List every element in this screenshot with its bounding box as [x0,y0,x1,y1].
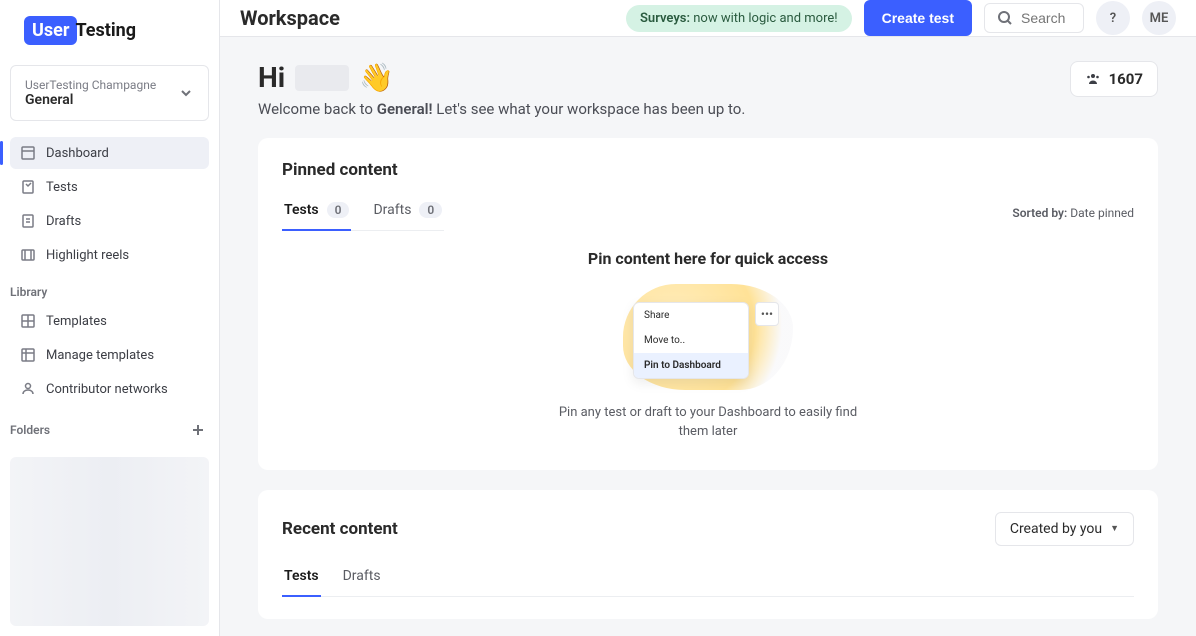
logo: UserTesting [0,0,219,53]
tab-count: 0 [327,202,350,218]
greeting-welcome-prefix: Welcome back to [258,100,377,118]
recent-tabs: Tests Drafts [282,560,1134,597]
tab-label: Tests [284,568,319,584]
nav-section-folders: Folders [10,423,50,437]
sorted-label: Sorted by: [1012,206,1067,220]
illustration-menu-pin: Pin to Dashboard [634,353,748,378]
drafts-icon [20,213,36,229]
pinned-content-card: Pinned content Tests 0 Drafts 0 Sorted [258,138,1158,470]
add-folder-button[interactable] [187,419,209,441]
avatar[interactable]: ME [1142,1,1176,35]
workspace-org: UserTesting Champagne [25,78,156,92]
help-button[interactable]: ? [1096,1,1130,35]
pinned-sort: Sorted by: Date pinned [1012,206,1134,220]
page-title: Workspace [240,6,340,30]
wave-icon: 👋 [359,61,394,94]
pinned-tab-tests[interactable]: Tests 0 [282,194,351,230]
topbar: Workspace Surveys: now with logic and mo… [220,0,1196,37]
folder-skeleton [10,457,209,626]
announcement-prefix: Surveys: [640,11,690,26]
tab-label: Drafts [343,568,381,584]
empty-heading: Pin content here for quick access [282,249,1134,268]
announcement-rest: now with logic and more! [690,11,838,26]
tab-label: Tests [284,202,319,218]
session-count-pill[interactable]: 1607 [1070,61,1158,97]
nav-library: Templates Manage templates Contributor n… [0,305,219,405]
chevron-down-icon [178,85,194,101]
nav-item-label: Tests [46,180,78,195]
logo-text: Testing [75,20,136,41]
greeting-hi: Hi [258,61,285,94]
recent-content-card: Recent content Created by you ▼ Tests Dr… [258,490,1158,619]
pinned-tabs: Tests 0 Drafts 0 [282,194,444,231]
nav-item-label: Dashboard [46,146,109,161]
recent-tab-drafts[interactable]: Drafts [341,560,383,596]
empty-illustration: Share Move to.. Pin to Dashboard ••• [623,284,793,390]
templates-icon [20,313,36,329]
greeting-name-placeholder [295,65,349,91]
illustration-menu-move: Move to.. [634,328,748,353]
nav-primary: Dashboard Tests Drafts Highlight reels [0,137,219,271]
search-input[interactable] [1021,10,1071,26]
pinned-empty-state: Pin content here for quick access Share … [282,231,1134,448]
contributor-networks-icon [20,381,36,397]
tab-label: Drafts [373,202,411,218]
nav-item-manage-templates[interactable]: Manage templates [10,339,209,371]
main: Workspace Surveys: now with logic and mo… [220,0,1196,636]
nav-section-library: Library [0,271,219,305]
dashboard-icon [20,145,36,161]
tab-count: 0 [419,202,442,218]
nav-item-label: Manage templates [46,348,154,363]
nav-item-tests[interactable]: Tests [10,171,209,203]
nav-item-label: Drafts [46,214,81,229]
people-icon [1085,71,1101,87]
illustration-dots: ••• [755,302,779,326]
create-test-button[interactable]: Create test [864,0,972,36]
search-icon [997,10,1013,26]
workspace-name: General [25,92,156,108]
nav-item-label: Highlight reels [46,248,129,263]
session-count: 1607 [1109,70,1143,88]
announcement-pill[interactable]: Surveys: now with logic and more! [626,5,852,32]
nav-item-contributor-networks[interactable]: Contributor networks [10,373,209,405]
nav-item-label: Templates [46,314,107,329]
empty-caption: Pin any test or draft to your Dashboard … [548,404,868,442]
recent-filter[interactable]: Created by you ▼ [995,512,1134,546]
nav-item-label: Contributor networks [46,382,168,397]
logo-badge: User [24,16,77,45]
plus-icon [191,423,205,437]
manage-templates-icon [20,347,36,363]
sorted-value: Date pinned [1070,206,1134,220]
nav-item-dashboard[interactable]: Dashboard [10,137,209,169]
workspace-picker[interactable]: UserTesting Champagne General [10,65,209,121]
greeting: Hi 👋 Welcome back to General! Let's see … [258,61,745,118]
tests-icon [20,179,36,195]
search-input-wrap[interactable] [984,3,1084,33]
recent-tab-tests[interactable]: Tests [282,560,321,596]
highlight-reels-icon [20,247,36,263]
nav-item-templates[interactable]: Templates [10,305,209,337]
recent-title: Recent content [282,519,398,539]
illustration-menu-share: Share [634,303,748,328]
greeting-workspace: General! [377,100,433,118]
pinned-title: Pinned content [282,160,1134,180]
illustration-menu: Share Move to.. Pin to Dashboard [633,302,749,379]
sidebar: UserTesting UserTesting Champagne Genera… [0,0,220,636]
nav-item-drafts[interactable]: Drafts [10,205,209,237]
greeting-welcome-suffix: Let's see what your workspace has been u… [433,100,746,118]
filter-label: Created by you [1010,521,1102,537]
caret-down-icon: ▼ [1110,523,1119,534]
nav-item-highlight-reels[interactable]: Highlight reels [10,239,209,271]
pinned-tab-drafts[interactable]: Drafts 0 [371,194,444,230]
